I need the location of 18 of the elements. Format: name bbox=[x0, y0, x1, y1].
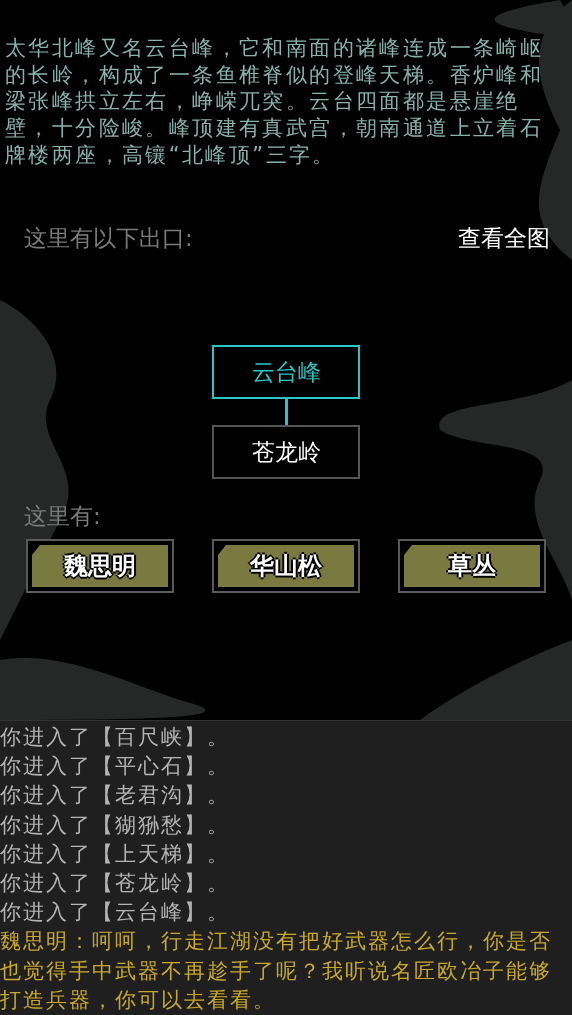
log-message: 你进入了【平心石】。 bbox=[0, 753, 231, 781]
map-node[interactable]: 苍龙岭 bbox=[212, 425, 360, 479]
map-node[interactable]: 云台峰 bbox=[212, 345, 360, 399]
log-message: 你进入了【苍龙岭】。 bbox=[0, 870, 231, 897]
full-map-button[interactable]: 查看全图 bbox=[458, 220, 550, 255]
log-message: 你进入了【百尺峡】。 bbox=[0, 724, 231, 751]
present-label: 这里有: bbox=[23, 502, 102, 531]
log-message: 你进入了【云台峰】。 bbox=[0, 899, 231, 927]
log-message: 你进入了【老君沟】。 bbox=[0, 782, 231, 810]
entity-button[interactable]: 草丛 bbox=[398, 539, 546, 593]
entity-button[interactable]: 魏思明 bbox=[26, 539, 174, 593]
exits-label: 这里有以下出口: bbox=[24, 223, 193, 253]
connector-line bbox=[284, 399, 288, 425]
entity-button[interactable]: 华山松 bbox=[212, 539, 360, 593]
log-message: 你进入了【猢狲愁】。 bbox=[0, 811, 231, 839]
log-message: 你进入了【上天梯】。 bbox=[0, 840, 231, 868]
dialogue-message: 魏思明：呵呵，行走江湖没有把好武器怎么行，你是否也觉得手中武器不再趁手了呢？我听说名匠欧冶子能够打造兵器，你可以去看看。 bbox=[0, 928, 553, 1014]
location-description: 太华北峰又名云台峰，它和南面的诸峰连成一条崎岖的长岭，构成了一条鱼椎脊似的登峰天梯。香炉峰和梁张峰拱立左右，峥嵘兀突。云台四面都是悬崖绝壁，十分险峻。峰顶建有真武宫，朝南通道上立着石牌楼两座，高镶“北峰顶”三字。 bbox=[4, 35, 545, 169]
